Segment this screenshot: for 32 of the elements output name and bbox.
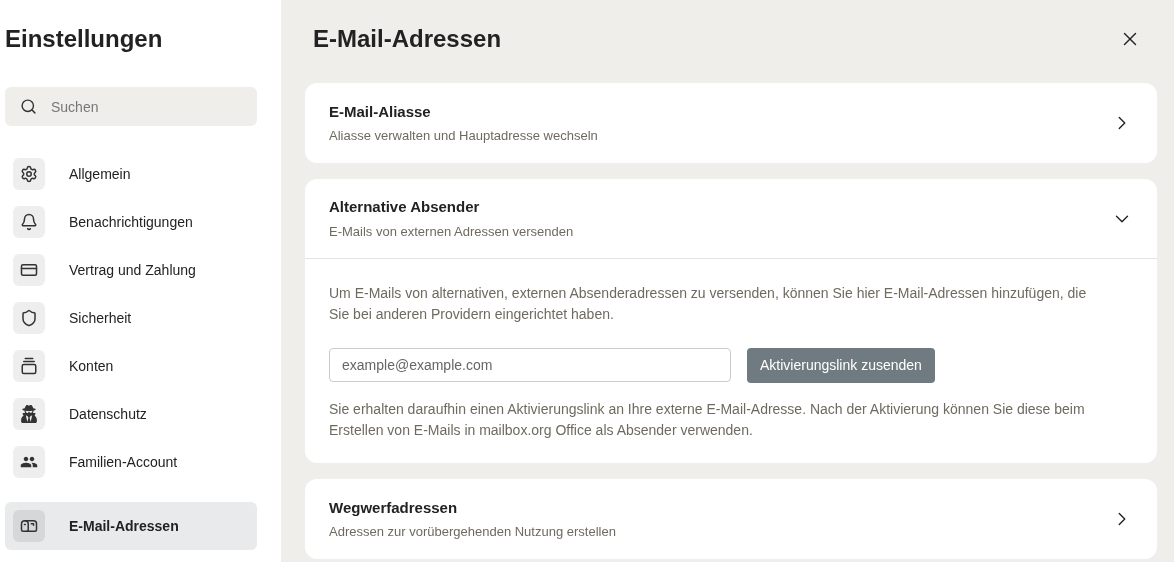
sidebar-item[interactable]: Allgemein: [5, 150, 257, 198]
shield-icon: [20, 309, 38, 327]
stacked-cards-icon: [20, 357, 38, 375]
send-activation-button[interactable]: Aktivierungslink zusenden: [747, 348, 935, 383]
credit-card-icon: [20, 261, 38, 279]
page-title: E-Mail-Adressen: [313, 24, 502, 54]
card-title: Alternative Absender: [329, 197, 481, 217]
sidebar-item[interactable]: E-Mail-Adressen: [5, 502, 257, 550]
card-title: Wegwerfadressen: [329, 497, 459, 518]
sidebar-item[interactable]: Familien-Account: [5, 438, 257, 486]
card-subtitle: Adressen zur vorübergehenden Nutzung erstellen: [329, 523, 616, 541]
sidebar-item[interactable]: Konten: [5, 342, 257, 390]
card-header[interactable]: Alternative Absender E-Mails von externen Adressen versenden: [305, 179, 1157, 259]
card-subtitle: Aliasse verwalten und Hauptadresse wechseln: [329, 127, 598, 145]
card-header[interactable]: E-Mail-Aliasse Aliasse verwalten und Hauptadresse wechseln: [305, 83, 1157, 163]
info-text: Sie erhalten daraufhin einen Aktivierungslink an Ihre externe E-Mail-Adresse. Nach der Aktivierung können Sie diese beim Erstellen von E-Mails in mailbox.org Office als Absender verwenden.: [329, 400, 1086, 440]
card-subtitle: E-Mails von externen Adressen versenden: [329, 222, 574, 241]
search-icon: [20, 98, 37, 115]
sidebar-item[interactable]: Sicherheit: [5, 294, 257, 342]
bell-icon: [20, 213, 38, 231]
sidebar-item[interactable]: Vertrag und Zahlung: [5, 246, 257, 294]
search-field[interactable]: Suchen: [5, 87, 257, 126]
gear-icon: [20, 165, 38, 183]
card-header[interactable]: Wegwerfadressen Adressen zur vorübergehenden Nutzung erstellen: [305, 479, 1157, 559]
email-input[interactable]: example@example.com: [329, 348, 731, 382]
card-title: E-Mail-Aliasse: [329, 101, 432, 122]
incognito-icon: [20, 405, 38, 423]
sidebar-title: Einstellungen: [5, 24, 164, 54]
sidebar-item[interactable]: Benachrichtigungen: [5, 198, 257, 246]
intro-text: Um E-Mails von alternativen, externen Absenderadressen zu versenden, können Sie hier E-Mail-Adressen hinzufügen, die Sie bei anderen Providern eingerichtet haben.: [329, 284, 1088, 324]
mailbox-icon: [20, 517, 38, 535]
sidebar-item[interactable]: Datenschutz: [5, 390, 257, 438]
